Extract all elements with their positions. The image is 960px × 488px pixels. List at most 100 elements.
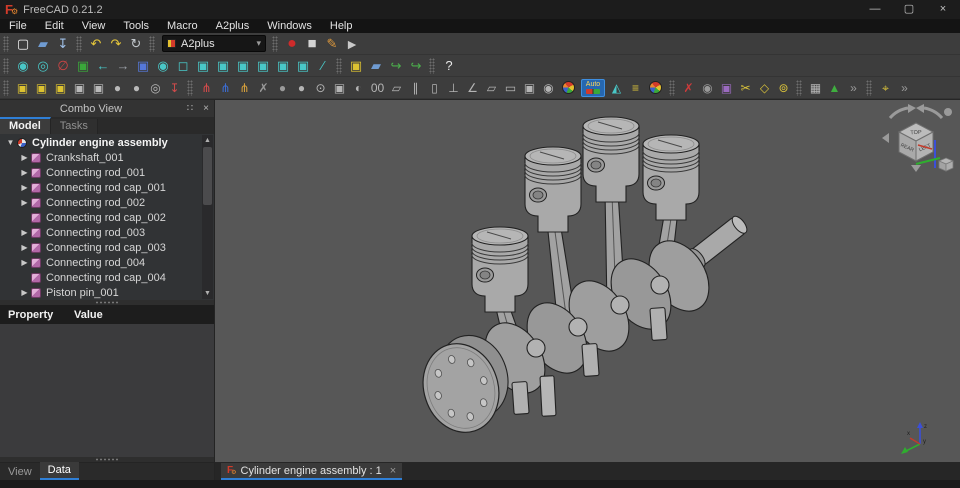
menu-view[interactable]: View	[73, 19, 115, 33]
expander-icon[interactable]: ▶	[18, 228, 31, 237]
toolbar-handle[interactable]	[272, 35, 278, 52]
nav-forward[interactable]: →	[113, 56, 133, 76]
tree-item[interactable]: ▶ Connecting rod cap_003	[0, 240, 201, 255]
expander-icon[interactable]: ▶	[18, 258, 31, 267]
macro-edit[interactable]: ✎	[322, 34, 342, 54]
scroll-down-icon[interactable]: ▼	[202, 288, 213, 299]
make-sub-link[interactable]: ↪	[406, 56, 426, 76]
scroll-up-icon[interactable]: ▲	[202, 135, 213, 146]
expander-icon[interactable]: ▶	[18, 243, 31, 252]
undo[interactable]: ↶	[86, 34, 106, 54]
macro-play[interactable]: ►	[342, 34, 362, 54]
a2p-sphere-center[interactable]: ◐	[349, 78, 368, 98]
document-tab-close-icon[interactable]: ×	[390, 465, 396, 477]
a2p-constraint-tripod-3[interactable]: ⋔	[235, 78, 254, 98]
tree-item[interactable]: ▶ Crankshaft_001	[0, 150, 201, 165]
a2p-axis-plane-parallel[interactable]: ▯	[425, 78, 444, 98]
save-document[interactable]: ↧	[53, 34, 73, 54]
axonometric-view[interactable]: ◻	[173, 56, 193, 76]
tab-tasks[interactable]: Tasks	[50, 119, 98, 134]
a2p-lamp-tool[interactable]: ⌖	[876, 78, 895, 98]
tree-item[interactable]: ▶ Connecting rod_003	[0, 225, 201, 240]
bottom-view[interactable]: ▣	[273, 56, 293, 76]
macro-record[interactable]: ●	[282, 34, 302, 54]
a2p-angled-planes[interactable]: ∠	[463, 78, 482, 98]
toolbar-overflow-1[interactable]: »	[844, 78, 863, 98]
front-view[interactable]: ▣	[193, 56, 213, 76]
a2p-show-dof[interactable]: ⊚	[774, 78, 793, 98]
minimize-button[interactable]: —	[858, 0, 892, 19]
a2p-center-of-mass[interactable]: ▣	[520, 78, 539, 98]
toolbar-handle[interactable]	[3, 35, 9, 52]
a2p-constraint-tripod-1[interactable]: ⋔	[197, 78, 216, 98]
a2p-axis-parallel[interactable]: ∥	[406, 78, 425, 98]
a2p-convert-absolute[interactable]: ▦	[806, 78, 825, 98]
a2p-planes-parallel[interactable]: ▱	[482, 78, 501, 98]
nav-back[interactable]: ←	[93, 56, 113, 76]
tree-item[interactable]: ▶ Piston pin_001	[0, 285, 201, 300]
toolbar-handle[interactable]	[3, 79, 9, 96]
tree-item[interactable]: ▶ Connecting rod_001	[0, 165, 201, 180]
a2p-mirror[interactable]: ◭	[607, 78, 626, 98]
toolbar-handle[interactable]	[149, 35, 155, 52]
property-column-header[interactable]: Property	[0, 309, 74, 321]
fit-selection[interactable]: ◉	[153, 56, 173, 76]
expander-icon[interactable]: ▼	[4, 138, 17, 147]
value-column-header[interactable]: Value	[74, 309, 214, 321]
home-view[interactable]: ▣	[133, 56, 153, 76]
a2p-point-on-plane[interactable]: ▣	[330, 78, 349, 98]
tree-item[interactable]: ▼ Cylinder engine assembly	[0, 135, 201, 150]
property-table-body[interactable]	[0, 324, 214, 457]
a2p-constraint-manager[interactable]: ≡	[626, 78, 645, 98]
menu-edit[interactable]: Edit	[36, 19, 73, 33]
new-document[interactable]: ▢	[13, 34, 33, 54]
float-panel-button[interactable]: ∷	[182, 103, 198, 114]
right-view[interactable]: ▣	[233, 56, 253, 76]
3d-viewport[interactable]: TOP REAR LEFT z x y	[215, 100, 960, 462]
toolbar-handle[interactable]	[3, 57, 9, 74]
expander-icon[interactable]: ▶	[18, 153, 31, 162]
create-part[interactable]: ▣	[346, 56, 366, 76]
expander-icon[interactable]: ▶	[18, 168, 31, 177]
a2p-place-part[interactable]: ●	[108, 78, 127, 98]
box-zoom[interactable]: ◎	[33, 56, 53, 76]
toolbar-handle[interactable]	[187, 79, 193, 96]
tree-item[interactable]: ▶ Connecting rod_004	[0, 255, 201, 270]
expander-icon[interactable]: ▶	[18, 288, 31, 297]
draw-style[interactable]: ∅	[53, 56, 73, 76]
a2p-hierarchy-tree[interactable]: ▲	[825, 78, 844, 98]
a2p-delete-constraint[interactable]: ✗	[254, 78, 273, 98]
toolbar-handle[interactable]	[336, 57, 342, 74]
toolbar-handle[interactable]	[429, 57, 435, 74]
workbench-selector[interactable]: A2plus ▾	[162, 35, 266, 52]
measure-distance[interactable]: ∕	[313, 56, 333, 76]
document-tab[interactable]: F ⚙ Cylinder engine assembly : 1 ×	[221, 463, 403, 480]
tree-item[interactable]: ▶ Connecting rod_002	[0, 195, 201, 210]
tab-view[interactable]: View	[0, 464, 40, 480]
close-panel-button[interactable]: ×	[198, 103, 214, 114]
toolbar-handle[interactable]	[669, 79, 675, 96]
expander-icon[interactable]: ▶	[18, 183, 31, 192]
a2p-edit-tool[interactable]	[649, 81, 662, 94]
rear-view[interactable]: ▣	[253, 56, 273, 76]
navigation-cube[interactable]: TOP REAR LEFT	[880, 102, 958, 178]
close-button[interactable]: ×	[926, 0, 960, 19]
tree-scrollbar[interactable]: ▲ ▼	[202, 135, 213, 299]
menu-a2plus[interactable]: A2plus	[207, 19, 259, 33]
select-element[interactable]: ▣	[73, 56, 93, 76]
a2p-circular-edge-connect[interactable]: 00	[368, 78, 387, 98]
a2p-constraint-tripod-2[interactable]: ⋔	[216, 78, 235, 98]
a2p-axis-coincident[interactable]: ▱	[387, 78, 406, 98]
left-view[interactable]: ▣	[293, 56, 313, 76]
tab-model[interactable]: Model	[0, 117, 51, 134]
a2p-flip-constraint[interactable]: ✗	[679, 78, 698, 98]
menu-tools[interactable]: Tools	[114, 19, 158, 33]
a2p-point-identity[interactable]: ●	[292, 78, 311, 98]
a2p-save-and-exit[interactable]: ↧	[165, 78, 184, 98]
nav-face-top[interactable]: TOP	[910, 130, 922, 137]
tab-data[interactable]: Data	[39, 462, 79, 480]
create-group[interactable]: ▰	[366, 56, 386, 76]
a2p-suppress-constraint[interactable]: ✂	[736, 78, 755, 98]
tree-item[interactable]: ▶ Connecting rod cap_001	[0, 180, 201, 195]
scrollbar-thumb[interactable]	[203, 147, 212, 205]
